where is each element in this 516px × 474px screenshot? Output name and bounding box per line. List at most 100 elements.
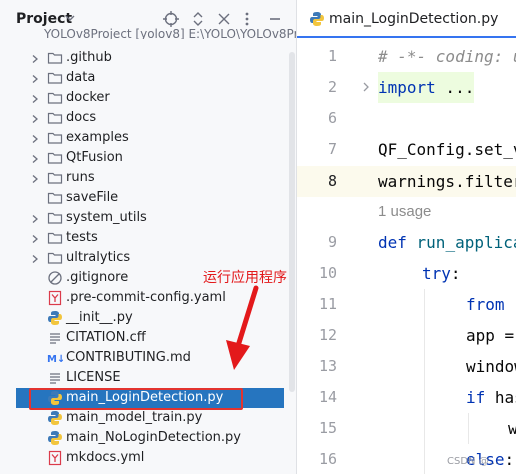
tree-folder[interactable]: ultralytics <box>0 248 289 268</box>
annotation-arrow-icon <box>226 285 259 370</box>
tree-folder[interactable]: data <box>0 68 289 88</box>
close-icon[interactable] <box>215 10 233 28</box>
chevron-right-icon[interactable] <box>30 53 40 68</box>
line-number: 14 <box>318 388 337 406</box>
project-scrollbar[interactable] <box>289 52 295 392</box>
python-file-icon <box>47 430 63 446</box>
expand-collapse-icon[interactable] <box>189 10 207 28</box>
code-line-8: warnings.filterwarnings('ignore') <box>378 172 516 191</box>
tree-file[interactable]: main_LoginDetection.py <box>16 388 284 408</box>
python-file-icon <box>310 12 324 26</box>
code-line-1: # -*- coding: utf-8 -*- <box>378 47 516 66</box>
code-text: : <box>504 450 515 469</box>
yaml-file-icon <box>47 290 63 306</box>
svg-text:M↓: M↓ <box>47 354 63 365</box>
tree-folder[interactable]: runs <box>0 168 289 188</box>
tree-folder[interactable]: docs <box>0 108 289 128</box>
chevron-right-icon[interactable] <box>30 153 40 168</box>
editor-tab-bar: main_LoginDetection.py <box>297 0 516 38</box>
keyword: try <box>422 264 451 283</box>
chevron-down-icon[interactable] <box>64 12 76 24</box>
line-number: 2 <box>327 78 337 96</box>
tree-item-label: CONTRIBUTING.md <box>66 350 191 365</box>
project-panel: Project YOLOv8Project [yolov8] E:\YOLO\Y… <box>0 0 297 474</box>
keyword: def <box>378 233 407 252</box>
tree-folder[interactable]: QtFusion <box>0 148 289 168</box>
code-text: ... <box>435 78 475 97</box>
tree-folder[interactable]: .github <box>0 48 289 68</box>
line-number: 16 <box>318 450 337 468</box>
editor-tab-active[interactable]: main_LoginDetection.py <box>297 0 516 38</box>
keyword: from <box>466 295 505 314</box>
markdown-file-icon: M↓ <box>47 350 65 366</box>
tree-item-label: .gitignore <box>66 270 129 285</box>
folder-icon <box>47 130 63 146</box>
chevron-right-icon[interactable] <box>361 81 371 93</box>
code-line-11: from ... <box>466 289 516 320</box>
tree-item-label: saveFile <box>66 190 119 205</box>
tree-item-label: __init__.py <box>66 310 133 325</box>
tree-item-label: .pre-commit-config.yaml <box>66 290 226 305</box>
more-options-icon[interactable] <box>238 10 256 28</box>
usage-hint[interactable]: 1 usage <box>378 203 431 220</box>
ignore-file-icon <box>47 270 63 286</box>
line-number: 8 <box>327 172 337 190</box>
tree-folder[interactable]: system_utils <box>0 208 289 228</box>
project-root-row[interactable]: YOLOv8Project [yolov8] E:\YOLO\YOLOv8Pro… <box>44 27 296 39</box>
tree-folder[interactable]: tests <box>0 228 289 248</box>
tree-file[interactable]: main_NoLoginDetection.py <box>0 428 289 448</box>
code-line-2: import ... <box>378 72 475 103</box>
tree-folder[interactable]: docker <box>0 88 289 108</box>
code-line-13: window = MainWindow() <box>466 357 516 376</box>
tree-item-label: LICENSE <box>66 370 121 385</box>
chevron-right-icon[interactable] <box>30 213 40 228</box>
line-number: 15 <box>318 419 337 437</box>
tree-item-label: tests <box>66 230 98 245</box>
watermark: CSDN @... <box>447 456 499 467</box>
tree-item-label: docs <box>66 110 97 125</box>
folder-icon <box>47 50 63 66</box>
tree-item-label: examples <box>66 130 129 145</box>
code-editor[interactable]: main_LoginDetection.py 1 2 6 7 8 9 10 11 12 13 14 1… <box>297 0 516 474</box>
line-number: 6 <box>327 109 337 127</box>
code-text: : <box>450 264 461 283</box>
tree-file[interactable]: main_model_train.py <box>0 408 289 428</box>
minimize-panel-icon[interactable] <box>266 10 284 28</box>
folder-icon <box>47 250 63 266</box>
chevron-right-icon[interactable] <box>30 173 40 188</box>
chevron-right-icon[interactable] <box>30 253 40 268</box>
editor-tab-label: main_LoginDetection.py <box>329 11 499 27</box>
tree-file[interactable]: mkdocs.yml <box>0 448 289 468</box>
folder-icon <box>47 170 63 186</box>
tree-folder[interactable]: examples <box>0 128 289 148</box>
code-text: ... <box>505 295 516 314</box>
chevron-right-icon[interactable] <box>30 113 40 128</box>
function-name: run_app <box>406 233 484 252</box>
code-line-14: if hasattr(window, 'login'): <box>466 382 516 413</box>
tree-item-label: CITATION.cff <box>66 330 146 345</box>
chevron-right-icon[interactable] <box>30 93 40 108</box>
tree-item-label: main_NoLoginDetection.py <box>66 430 241 445</box>
line-number-gutter: 1 2 6 7 8 9 10 11 12 13 14 15 16 <box>297 38 375 474</box>
tree-item-label: docker <box>66 90 110 105</box>
tree-item-label: system_utils <box>66 210 147 225</box>
locate-target-icon[interactable] <box>162 10 180 28</box>
code-line-7: QF_Config.set_verbose(False) <box>378 140 516 159</box>
chevron-right-icon[interactable] <box>30 73 40 88</box>
folder-icon <box>47 190 63 206</box>
line-number: 11 <box>318 295 337 313</box>
chevron-right-icon[interactable] <box>30 133 40 148</box>
chevron-right-icon[interactable] <box>30 233 40 248</box>
tree-item-label: runs <box>66 170 95 185</box>
folder-icon <box>47 90 63 106</box>
text-file-icon <box>47 330 63 346</box>
line-number: 13 <box>318 357 337 375</box>
line-number: 9 <box>327 233 337 251</box>
keyword: import <box>378 78 436 97</box>
folder-icon <box>47 70 63 86</box>
folder-icon <box>47 110 63 126</box>
python-file-icon <box>47 310 63 326</box>
python-file-icon <box>47 410 63 426</box>
keyword: if <box>466 388 486 407</box>
tree-folder[interactable]: saveFile <box>0 188 289 208</box>
